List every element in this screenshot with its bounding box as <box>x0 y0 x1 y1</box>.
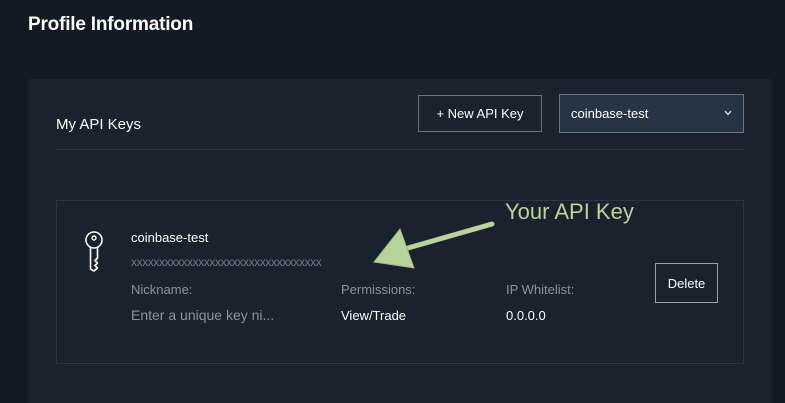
new-api-key-button[interactable]: + New API Key <box>418 95 542 132</box>
ip-whitelist-value: 0.0.0.0 <box>506 308 546 323</box>
delete-key-button[interactable]: Delete <box>655 263 718 303</box>
api-key-name: coinbase-test <box>131 230 209 245</box>
api-keys-heading: My API Keys <box>56 116 142 133</box>
annotation-arrow <box>373 221 495 269</box>
key-icon <box>85 231 103 272</box>
nickname-input[interactable] <box>131 305 296 325</box>
permissions-label: Permissions: <box>341 282 416 297</box>
nickname-label: Nickname: <box>131 282 193 297</box>
panel-divider <box>56 149 744 150</box>
profile-page: Profile Information My API Keys + New AP… <box>0 0 785 403</box>
permissions-value: View/Trade <box>341 308 407 323</box>
selected-api-key: coinbase-test <box>571 106 649 121</box>
api-key-value: xxxxxxxxxxxxxxxxxxxxxxxxxxxxxxxxxx <box>131 255 322 269</box>
api-key-select[interactable]: coinbase-test <box>559 94 744 133</box>
chevron-down-icon <box>724 110 732 116</box>
annotation-label: Your API Key <box>505 199 634 224</box>
ip-whitelist-label: IP Whitelist: <box>506 282 575 297</box>
page-title: Profile Information <box>28 14 194 35</box>
